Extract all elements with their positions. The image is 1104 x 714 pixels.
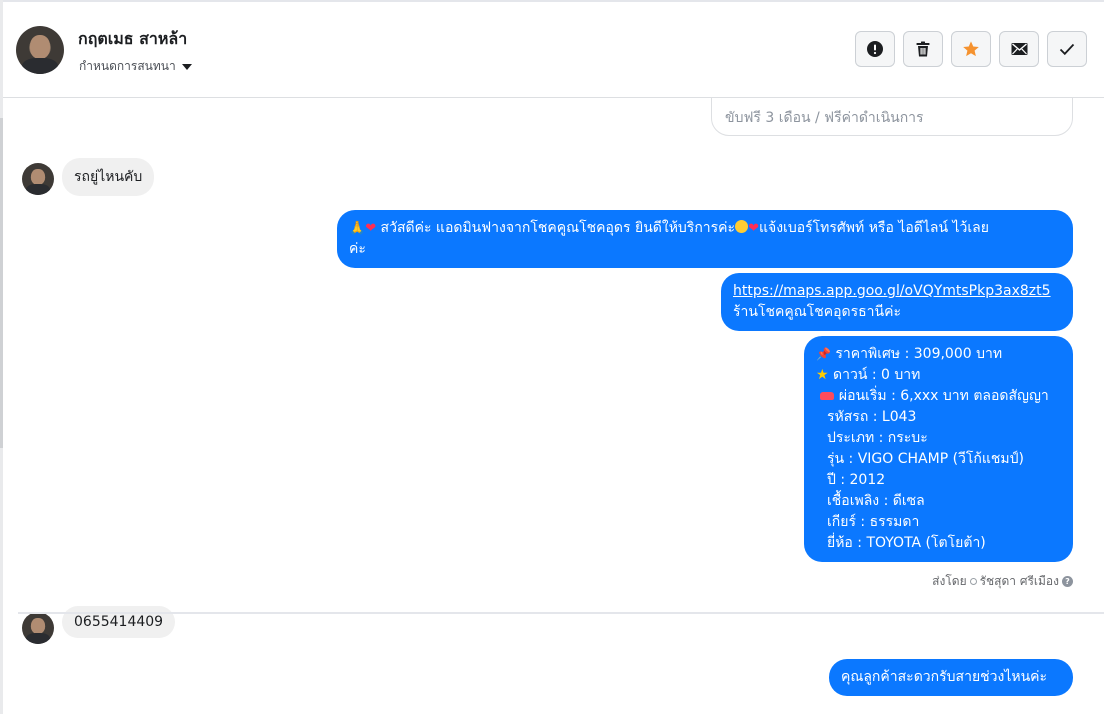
outgoing-message[interactable]: https://maps.app.goo.gl/oVQYmtsPkp3ax8zt…: [721, 273, 1073, 331]
help-icon[interactable]: ?: [1062, 576, 1073, 587]
sent-by-info: ส่งโดย รัชสุดา ศรีเมือง ?: [932, 572, 1073, 591]
outgoing-message[interactable]: คุณลูกค้าสะดวกรับสายช่วงไหนค่ะ: [829, 659, 1073, 696]
contact-name[interactable]: กฤตเมธ สาหล้า: [78, 27, 187, 52]
sent-by-label: ส่งโดย: [932, 574, 967, 588]
sender-avatar[interactable]: [22, 163, 54, 195]
car-detail-line: ผ่อนเริ่ม : 6,xxx บาท ตลอดสัญญา: [834, 388, 1049, 404]
incoming-message[interactable]: 0655414409: [62, 606, 176, 638]
star-icon: [963, 41, 979, 57]
car-detail-line: รุ่น : VIGO CHAMP (วีโก้แชมป์): [827, 451, 1025, 467]
car-detail-line: เชื้อเพลิง : ดีเซล: [827, 493, 925, 509]
outgoing-message-text: ค่ะ: [349, 241, 366, 257]
car-detail-line: ประเภท : กระบะ: [827, 430, 928, 446]
pushpin-emoji-icon: 📌: [816, 347, 831, 361]
composer-divider: [18, 612, 1104, 614]
car-detail-line: ยี่ห้อ : TOYOTA (โตโยต้า): [827, 535, 986, 551]
car-detail-line: รหัสรถ : L043: [827, 409, 917, 425]
maps-link[interactable]: https://maps.app.goo.gl/oVQYmtsPkp3ax8zt…: [733, 283, 1051, 299]
heart-emoji-icon: ❤: [365, 221, 377, 236]
check-icon: [1059, 43, 1075, 56]
car-detail-line: ปี : 2012: [827, 472, 886, 488]
agent-status-icon: [969, 578, 977, 585]
pray-emoji-icon: 🙏: [349, 221, 366, 236]
mark-spam-button[interactable]: [855, 31, 895, 67]
message-thread[interactable]: ขับฟรี 3 เดือน / ฟรีค่าดำเนินการ รถยู่ไห…: [3, 98, 1104, 714]
contact-avatar[interactable]: [16, 26, 64, 74]
outgoing-message-text: คุณลูกค้าสะดวกรับสายช่วงไหนค่ะ: [841, 669, 1048, 685]
assign-conversation-label: กำหนดการสนทนา: [79, 59, 176, 73]
trash-icon: [916, 41, 930, 57]
envelope-icon: [1011, 43, 1027, 55]
mark-unread-button[interactable]: [999, 31, 1039, 67]
incoming-message[interactable]: รถยู่ไหนคับ: [62, 158, 155, 196]
car-detail-line: เกียร์ : ธรรมดา: [827, 514, 920, 530]
sent-by-name[interactable]: รัชสุดา ศรีเมือง: [980, 572, 1059, 591]
outgoing-message[interactable]: 🙏❤ สวัสดีค่ะ แอดมินฟางจากโชคคูณโชคอุดร ย…: [337, 210, 1073, 268]
message-card-text: ขับฟรี 3 เดือน / ฟรีค่าดำเนินการ: [725, 110, 924, 126]
outgoing-message-text: สวัสดีค่ะ แอดมินฟางจากโชคคูณโชคอุดร ยินด…: [376, 220, 736, 236]
car-detail-line: ดาวน์ : 0 บาท: [828, 367, 921, 383]
outgoing-message-text: ร้านโชคคูณโชคอุดรธานีค่ะ: [733, 304, 901, 320]
mark-done-button[interactable]: [1047, 31, 1087, 67]
outgoing-car-details-message[interactable]: 📌 ราคาพิเศษ : 309,000 บาท ★ ดาวน์ : 0 บา…: [804, 336, 1073, 562]
assign-conversation-dropdown[interactable]: กำหนดการสนทนา: [79, 57, 192, 76]
outgoing-message-text: แจ้งเบอร์โทรศัพท์ หรือ ไอดีไลน์ ไว้เลย: [758, 220, 989, 236]
car-emoji-icon: [820, 392, 835, 400]
delete-button[interactable]: [903, 31, 943, 67]
caret-down-icon: [181, 64, 192, 70]
star-button[interactable]: [951, 31, 991, 67]
smiling-face-emoji-icon: [735, 220, 749, 233]
car-detail-line: ราคาพิเศษ : 309,000 บาท: [830, 346, 1003, 362]
star-emoji-icon: ★: [816, 367, 829, 383]
exclamation-circle-icon: [867, 41, 883, 57]
message-card-partial: ขับฟรี 3 เดือน / ฟรีค่าดำเนินการ: [711, 98, 1073, 136]
heart-emoji-icon: ❤: [748, 221, 759, 236]
conversation-header: กฤตเมธ สาหล้า กำหนดการสนทนา: [3, 2, 1104, 98]
sender-avatar[interactable]: [22, 612, 54, 644]
